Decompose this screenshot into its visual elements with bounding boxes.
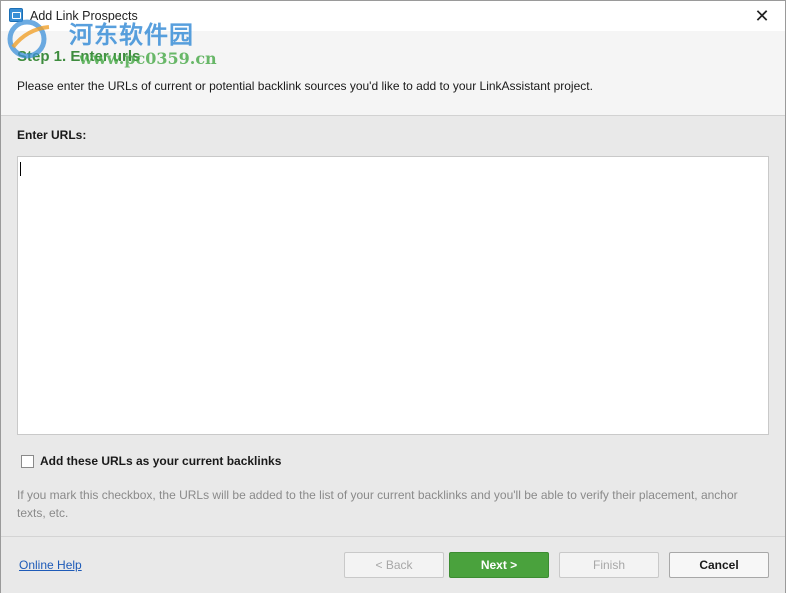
dialog-footer: Online Help < Back Next > Finish Cancel (1, 536, 785, 593)
step-title: Step 1. Enter urls (17, 48, 141, 65)
urls-textarea[interactable] (17, 156, 769, 435)
current-backlinks-checkbox[interactable] (21, 455, 34, 468)
current-backlinks-label[interactable]: Add these URLs as your current backlinks (40, 454, 281, 468)
window-title: Add Link Prospects (30, 9, 138, 23)
wizard-header: Step 1. Enter urls Please enter the URLs… (1, 31, 785, 116)
step-description: Please enter the URLs of current or pote… (17, 79, 593, 93)
title-bar[interactable]: Add Link Prospects ✕ (1, 1, 785, 31)
app-icon (9, 8, 23, 22)
next-button[interactable]: Next > (449, 552, 549, 578)
back-button[interactable]: < Back (344, 552, 444, 578)
online-help-link[interactable]: Online Help (19, 558, 82, 572)
cancel-button[interactable]: Cancel (669, 552, 769, 578)
close-icon[interactable]: ✕ (739, 1, 785, 31)
urls-label: Enter URLs: (17, 128, 87, 142)
finish-button[interactable]: Finish (559, 552, 659, 578)
dialog-window: Add Link Prospects ✕ Step 1. Enter urls … (0, 0, 786, 593)
checkbox-hint: If you mark this checkbox, the URLs will… (17, 488, 738, 520)
text-caret (20, 162, 21, 176)
